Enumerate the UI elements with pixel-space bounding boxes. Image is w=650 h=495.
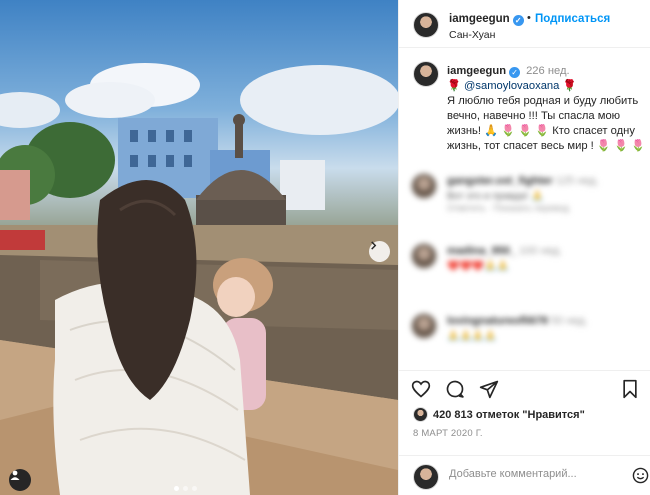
- likes-summary[interactable]: 420 813 отметок "Нравится": [413, 407, 585, 422]
- bookmark-icon[interactable]: [621, 379, 639, 402]
- post-location[interactable]: Сан-Хуан: [449, 29, 495, 41]
- verified-badge-icon: ✓: [512, 15, 524, 26]
- post-actions: 420 813 отметок "Нравится" 8 МАРТ 2020 Г…: [399, 370, 650, 495]
- caption-author-avatar[interactable]: [413, 61, 439, 87]
- likes-count[interactable]: 420 813 отметок "Нравится": [433, 409, 585, 421]
- liker-avatar[interactable]: [413, 407, 428, 422]
- post-photo[interactable]: [0, 0, 398, 495]
- comment-time: 50 нед.: [550, 315, 588, 327]
- caption-username[interactable]: iamgeegun: [447, 65, 506, 77]
- carousel-indicator: [174, 486, 197, 491]
- next-photo-button[interactable]: [369, 241, 390, 262]
- commenter-avatar[interactable]: [411, 243, 437, 269]
- comment-text: Вот это и правда! 🙏: [447, 191, 544, 202]
- caption-mention[interactable]: @samoylovaoxana: [464, 80, 559, 92]
- carousel-dot: [183, 486, 188, 491]
- add-comment-input[interactable]: [449, 468, 619, 480]
- rose-emoji: 🌹: [447, 80, 461, 92]
- commenter-avatar[interactable]: [411, 313, 437, 339]
- verified-badge-icon: ✓: [509, 67, 521, 78]
- author-avatar[interactable]: [413, 12, 439, 38]
- post-caption: iamgeegun ✓ 226 нед. 🌹 @samoylovaoxana 🌹 Я…: [447, 64, 647, 154]
- comment-item[interactable]: madina_950_ 100 нед. ❤️❤️❤️🙏🙏: [411, 243, 647, 283]
- comment-reply[interactable]: Ответить · Показать перевод: [447, 203, 569, 213]
- commenter-username[interactable]: madina_950_: [447, 245, 516, 257]
- heart-icon[interactable]: [411, 379, 431, 402]
- follow-button[interactable]: Подписаться: [535, 13, 610, 25]
- comment-item[interactable]: lovingnatureofli678 50 нед. 🙏🙏🙏🙏: [411, 313, 647, 353]
- author-username-text[interactable]: iamgeegun: [449, 13, 510, 25]
- emoji-icon[interactable]: [632, 467, 649, 487]
- commenter-username[interactable]: gangster.ost_fighter: [447, 175, 553, 187]
- post-side-panel: iamgeegun ✓ • Подписаться Сан-Хуан iamgee…: [398, 0, 650, 495]
- add-comment-bar: [399, 455, 650, 495]
- header-separator: •: [527, 12, 531, 24]
- current-user-avatar: [413, 464, 439, 490]
- caption-emoji-1: 🙏 🌷 🌷 🌷: [484, 125, 550, 137]
- comment-time: 125 нед.: [555, 175, 599, 187]
- caption-time[interactable]: 226 нед.: [526, 65, 570, 77]
- post-date[interactable]: 8 МАРТ 2020 Г.: [413, 428, 483, 439]
- comment-icon[interactable]: [445, 379, 465, 402]
- comment-time: 100 нед.: [519, 245, 563, 257]
- commenter-username[interactable]: lovingnatureofli678: [447, 315, 548, 327]
- carousel-dot: [174, 486, 179, 491]
- rose-emoji: 🌹: [562, 80, 577, 92]
- photo-scene: [0, 63, 398, 495]
- comment-item[interactable]: gangster.ost_fighter 125 нед. Вот это и …: [411, 173, 647, 213]
- post-header: iamgeegun ✓ • Подписаться Сан-Хуан: [399, 0, 650, 48]
- tagged-users-button[interactable]: [9, 469, 31, 491]
- comment-text: 🙏🙏🙏🙏: [447, 331, 497, 342]
- share-icon[interactable]: [479, 379, 499, 402]
- commenter-avatar[interactable]: [411, 173, 437, 199]
- caption-emoji-2: 🌷 🌷 🌷: [596, 140, 645, 152]
- comment-text: ❤️❤️❤️🙏🙏: [447, 261, 510, 272]
- author-username[interactable]: iamgeegun ✓: [449, 13, 524, 26]
- carousel-dot: [192, 486, 197, 491]
